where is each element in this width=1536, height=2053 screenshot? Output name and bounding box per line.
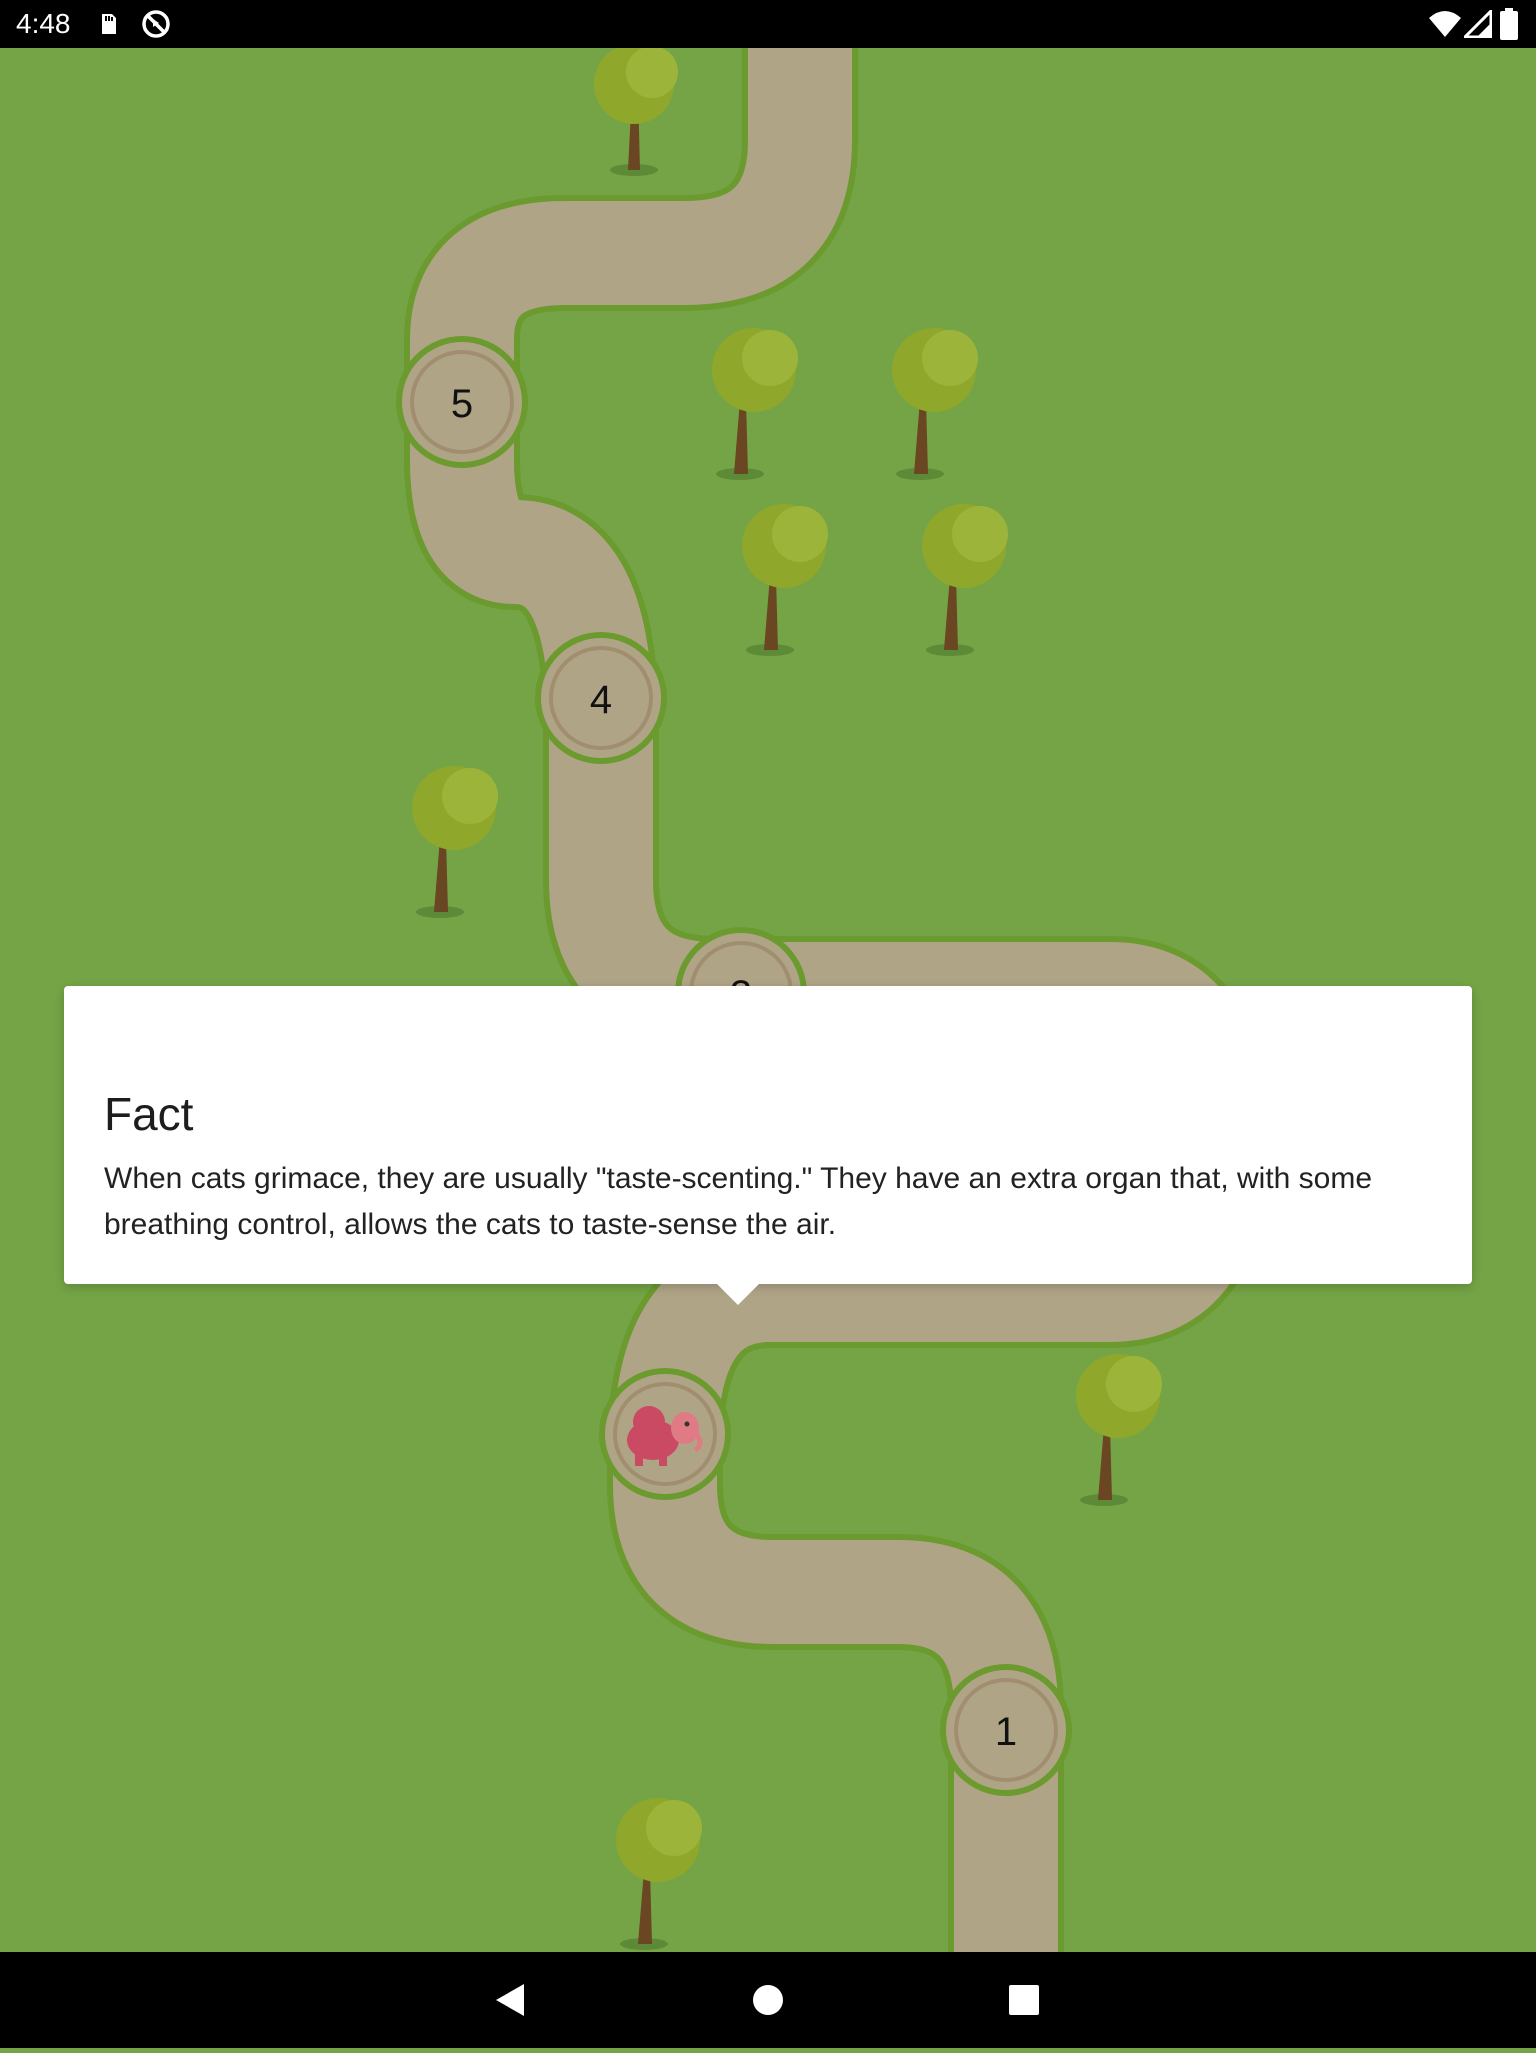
tree-icon <box>712 328 798 480</box>
level-node-current[interactable] <box>599 1368 731 1500</box>
wifi-icon <box>1429 11 1461 37</box>
recents-icon <box>1009 1985 1039 2015</box>
level-node-4[interactable]: 4 <box>535 632 667 764</box>
back-button[interactable] <box>462 1952 558 2048</box>
level-node-1[interactable]: 1 <box>940 1664 1072 1796</box>
tree-icon <box>616 1798 702 1950</box>
fact-text: When cats grimace, they are usually "tas… <box>104 1162 1373 1241</box>
recents-button[interactable] <box>976 1952 1072 2048</box>
level-label-5: 5 <box>451 382 473 426</box>
tree-icon <box>412 766 498 918</box>
home-button[interactable] <box>720 1952 816 2048</box>
sd-card-icon <box>102 14 116 34</box>
cell-signal-icon <box>1464 10 1492 38</box>
tree-icon <box>922 504 1008 656</box>
sync-disabled-icon <box>142 10 170 38</box>
fact-title: Fact <box>104 1088 194 1140</box>
battery-icon <box>1500 8 1518 40</box>
level-label-1: 1 <box>995 1710 1017 1754</box>
tree-icon <box>1076 1354 1162 1506</box>
back-icon <box>496 1984 524 2016</box>
tree-icon <box>594 48 678 176</box>
nav-bar <box>0 1952 1536 2048</box>
level-label-4: 4 <box>590 678 612 722</box>
status-bar: 4:48 <box>0 0 1536 48</box>
fact-popup[interactable]: Fact When cats grimace, they are usually… <box>64 986 1472 1305</box>
level-node-5[interactable]: 5 <box>396 336 528 468</box>
popup-pointer <box>716 1283 760 1305</box>
status-time: 4:48 <box>16 8 71 39</box>
tree-icon <box>892 328 978 480</box>
tree-icon <box>742 504 828 656</box>
home-icon <box>753 1985 783 2015</box>
